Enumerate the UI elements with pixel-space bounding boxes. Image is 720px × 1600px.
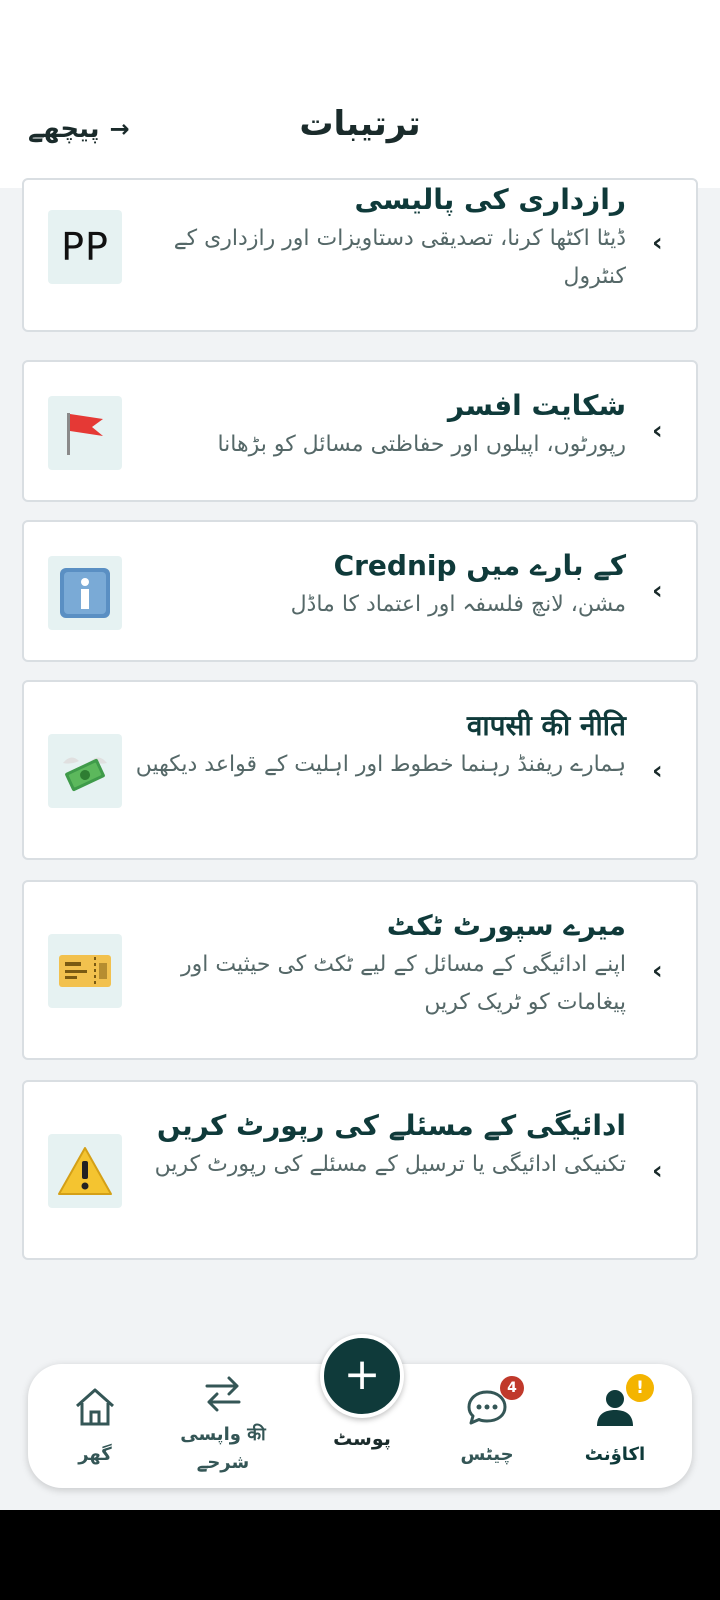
card-description: تکنیکی ادائیگی یا ترسیل کے مسئلے کی رپور…: [154, 1152, 626, 1177]
report-payment-issue-card[interactable]: ادائیگی کے مسئلے کی رپورٹ کریں تکنیکی اد…: [22, 1080, 698, 1260]
card-text: میرے سپورٹ ٹکٹ اپنے ادائیگی کے مسائل کے …: [134, 906, 626, 1022]
chevron-icon: ‹: [652, 228, 663, 258]
about-card[interactable]: کے بارے میں Crednip مشن، لانچ فلسفہ اور …: [22, 520, 698, 662]
red-flag-icon: [48, 396, 122, 470]
card-title: میرے سپورٹ ٹکٹ: [386, 909, 626, 942]
home-icon: [76, 1388, 114, 1426]
nav-account-label: اکاؤنٹ: [584, 1444, 646, 1465]
card-title: کے بارے میں Crednip: [333, 549, 626, 582]
chevron-icon: ‹: [652, 1156, 663, 1186]
card-description: رپورٹوں، اپیلوں اور حفاظتی مسائل کو بڑھا…: [217, 432, 626, 457]
card-text: ادائیگی کے مسئلے کی رپورٹ کریں تکنیکی اد…: [134, 1106, 626, 1184]
card-description: ہمارے ریفنڈ رہنما خطوط اور اہلیت کے قواع…: [135, 752, 626, 777]
card-text: کے بارے میں Crednip مشن، لانچ فلسفہ اور …: [134, 546, 626, 624]
nav-home[interactable]: گھر: [40, 1386, 150, 1469]
app-header: پیچھے → ترتیبات: [0, 0, 720, 188]
pp-text-icon: PP: [48, 210, 122, 284]
nav-chats-label: چیٹس: [460, 1444, 514, 1465]
money-wings-icon: [48, 734, 122, 808]
card-text: رازداری کی پالیسی ڈیٹا اکٹھا کرنا، تصدیق…: [134, 180, 626, 296]
grievance-officer-card[interactable]: شکایت افسر رپورٹوں، اپیلوں اور حفاظتی مس…: [22, 360, 698, 502]
nav-account[interactable]: ! اکاؤنٹ: [560, 1374, 670, 1469]
chevron-icon: ‹: [652, 576, 663, 606]
ticket-icon: [48, 934, 122, 1008]
nav-home-label: گھر: [78, 1444, 112, 1465]
chats-badge: 4: [500, 1376, 524, 1400]
system-navigation-bar: [0, 1510, 720, 1600]
support-tickets-card[interactable]: میرے سپورٹ ٹکٹ اپنے ادائیگی کے مسائل کے …: [22, 880, 698, 1060]
nav-returns[interactable]: واپسی की شرحے: [168, 1374, 278, 1477]
swap-arrows-icon: [205, 1376, 241, 1412]
card-description: ڈیٹا اکٹھا کرنا، تصدیقی دستاویزات اور را…: [173, 226, 626, 289]
refund-policy-card[interactable]: वापसी की नीति ہمارے ریفنڈ رہنما خطوط اور…: [22, 680, 698, 860]
privacy-policy-card[interactable]: PP رازداری کی پالیسی ڈیٹا اکٹھا کرنا، تص…: [22, 178, 698, 332]
account-warning-badge: !: [626, 1374, 654, 1402]
add-post-button[interactable]: +: [320, 1334, 404, 1418]
page-title: ترتیبات: [299, 104, 421, 144]
bottom-navigation: گھر واپسی की شرحے + پوسٹ 4 چیٹس ! اکاؤنٹ: [28, 1334, 692, 1488]
warning-icon: [48, 1134, 122, 1208]
chevron-icon: ‹: [652, 956, 663, 986]
chevron-icon: ‹: [652, 756, 663, 786]
card-title: شکایت افسر: [447, 389, 626, 422]
card-text: वापसी की नीति ہمارے ریفنڈ رہنما خطوط اور…: [134, 706, 626, 784]
card-title: رازداری کی پالیسی: [354, 183, 626, 216]
nav-returns-label: واپسی की شرحے: [180, 1424, 266, 1473]
nav-chats[interactable]: 4 چیٹس: [432, 1376, 542, 1469]
card-description: اپنے ادائیگی کے مسائل کے لیے ٹکٹ کی حیثی…: [181, 952, 626, 1015]
nav-post-label: پوسٹ: [333, 1428, 391, 1450]
card-description: مشن، لانچ فلسفہ اور اعتماد کا ماڈل: [290, 592, 626, 617]
card-title: वापसी की नीति: [466, 709, 626, 742]
info-icon: [48, 556, 122, 630]
card-text: شکایت افسر رپورٹوں، اپیلوں اور حفاظتی مس…: [134, 386, 626, 464]
chevron-icon: ‹: [652, 416, 663, 446]
card-title: ادائیگی کے مسئلے کی رپورٹ کریں: [156, 1109, 626, 1142]
